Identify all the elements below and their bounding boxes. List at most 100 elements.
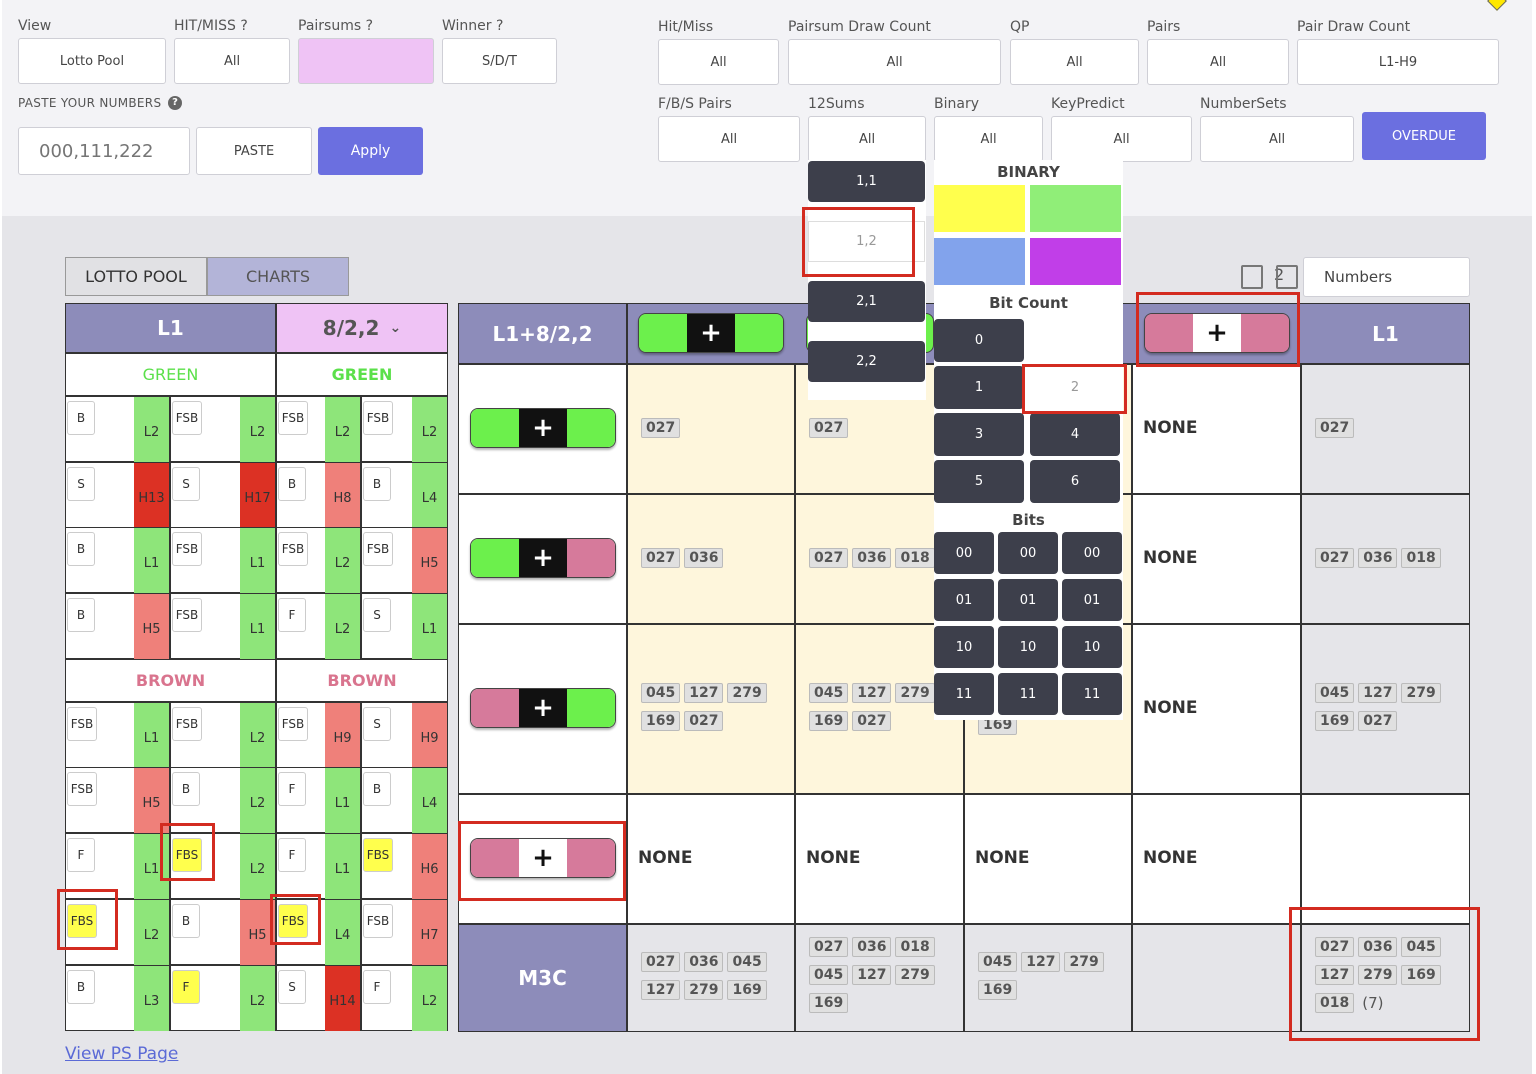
bitcount-option[interactable]: 0 — [934, 319, 1024, 362]
number-chip[interactable]: 169 — [809, 711, 849, 731]
qp-select[interactable]: All — [1010, 39, 1139, 85]
number-chip[interactable]: 045 — [978, 952, 1018, 972]
number-chip[interactable]: 169 — [809, 993, 849, 1013]
number-chip[interactable]: 036 — [852, 937, 892, 957]
number-chip[interactable]: 045 — [809, 683, 849, 703]
bitcount-option[interactable]: 1 — [934, 366, 1024, 409]
bitcount-option[interactable]: 3 — [934, 413, 1024, 456]
number-chip[interactable]: 027 — [641, 548, 681, 568]
number-chip[interactable]: 127 — [641, 980, 681, 1000]
numbersets-select[interactable]: All — [1200, 116, 1354, 162]
row-pill-green-brown[interactable]: + — [470, 538, 616, 578]
view-select[interactable]: Lotto Pool — [18, 38, 166, 84]
bits-option[interactable]: 01 — [934, 579, 994, 621]
bits-option[interactable]: 10 — [998, 626, 1058, 668]
pairs-select[interactable]: All — [1147, 39, 1289, 85]
binary-color-swatch[interactable] — [934, 238, 1025, 285]
numbers-select[interactable]: Numbers — [1303, 257, 1470, 297]
number-chip[interactable]: 279 — [1064, 952, 1104, 972]
number-chip[interactable]: 169 — [1315, 711, 1355, 731]
bits-option[interactable]: 10 — [1062, 626, 1122, 668]
number-chip[interactable]: 027 — [809, 418, 849, 438]
number-chip[interactable]: 045 — [641, 683, 681, 703]
bits-option[interactable]: 01 — [998, 579, 1058, 621]
bitcount-option[interactable]: 6 — [1030, 460, 1120, 503]
number-chip[interactable]: 279 — [895, 965, 935, 985]
bits-option[interactable]: 10 — [934, 626, 994, 668]
number-chip[interactable]: 279 — [727, 683, 767, 703]
copy-all-icon[interactable] — [1276, 265, 1298, 289]
overdue-button[interactable]: OVERDUE — [1362, 112, 1486, 160]
number-chip[interactable]: 027 — [1315, 418, 1355, 438]
bits-option[interactable]: 00 — [1062, 532, 1122, 574]
number-chip[interactable]: 127 — [1021, 952, 1061, 972]
binary-select[interactable]: All — [934, 116, 1043, 162]
number-chip[interactable]: 018 — [895, 937, 935, 957]
number-chip[interactable]: 279 — [684, 980, 724, 1000]
tab-lotto-pool[interactable]: LOTTO POOL — [65, 257, 207, 296]
number-chip[interactable]: 027 — [1358, 711, 1398, 731]
number-chip[interactable]: 018 — [1401, 548, 1441, 568]
bits-option[interactable]: 00 — [934, 532, 994, 574]
number-chip[interactable]: 027 — [641, 952, 681, 972]
bitcount-option[interactable]: 5 — [934, 460, 1024, 503]
paste-numbers-input[interactable] — [18, 127, 190, 175]
sums12-option-4[interactable]: 2,2 — [808, 341, 925, 382]
number-chip[interactable]: 018 — [895, 548, 935, 568]
fbs-select[interactable]: All — [658, 116, 800, 162]
number-chip[interactable]: 127 — [684, 683, 724, 703]
number-chip[interactable]: 169 — [727, 980, 767, 1000]
left-header-select[interactable]: 8/2,2 ⌄ — [276, 303, 448, 353]
number-chip[interactable]: 169 — [978, 980, 1018, 1000]
number-chip[interactable]: 036 — [684, 548, 724, 568]
number-chip[interactable]: 127 — [1358, 683, 1398, 703]
binary-color-swatch[interactable] — [1030, 238, 1121, 285]
tab-charts[interactable]: CHARTS — [207, 257, 349, 296]
number-chip[interactable]: 127 — [852, 683, 892, 703]
paste-button[interactable]: PASTE — [196, 127, 312, 175]
bits-option[interactable]: 11 — [1062, 673, 1122, 715]
hitmiss2-select[interactable]: All — [658, 39, 779, 85]
number-chip[interactable]: 027 — [684, 711, 724, 731]
keypredict-select[interactable]: All — [1051, 116, 1192, 162]
pair-count: L2 — [240, 703, 275, 768]
number-chip[interactable]: 127 — [852, 965, 892, 985]
number-chip[interactable]: 279 — [895, 683, 935, 703]
number-chip[interactable]: 027 — [809, 937, 849, 957]
apply-button[interactable]: Apply — [318, 127, 423, 175]
bits-option[interactable]: 11 — [934, 673, 994, 715]
copy-icon[interactable] — [1241, 265, 1263, 289]
sums12-select[interactable]: All — [808, 116, 926, 162]
number-chip[interactable]: 036 — [1358, 548, 1398, 568]
psdc-select[interactable]: All — [788, 39, 1001, 85]
pdc-select[interactable]: L1-H9 — [1297, 39, 1499, 85]
number-chip[interactable]: 036 — [852, 548, 892, 568]
number-chip[interactable]: 036 — [684, 952, 724, 972]
bits-option[interactable]: 00 — [998, 532, 1058, 574]
number-chip[interactable]: 045 — [809, 965, 849, 985]
header-pill-green-green[interactable]: + — [638, 313, 784, 353]
number-chip[interactable]: 279 — [1401, 683, 1441, 703]
hitmiss-select[interactable]: All — [174, 38, 290, 84]
number-chip[interactable]: 027 — [852, 711, 892, 731]
bits-option[interactable]: 11 — [998, 673, 1058, 715]
help-icon[interactable]: ? — [168, 96, 182, 110]
number-chip[interactable]: 027 — [641, 418, 681, 438]
number-chip[interactable]: 169 — [641, 711, 681, 731]
number-chip[interactable]: 045 — [1315, 683, 1355, 703]
number-chip[interactable]: 045 — [727, 952, 767, 972]
binary-color-swatch[interactable] — [934, 185, 1025, 232]
sums12-option-3[interactable]: 2,1 — [808, 281, 925, 322]
row-pill-brown-green[interactable]: + — [470, 688, 616, 728]
pairsums-select[interactable] — [298, 38, 434, 84]
view-ps-page-link[interactable]: View PS Page — [65, 1044, 178, 1064]
row-pill-green-green[interactable]: + — [470, 408, 616, 448]
binary-color-swatch[interactable] — [1030, 185, 1121, 232]
winner-select[interactable]: S/D/T — [442, 38, 557, 84]
bits-option[interactable]: 01 — [1062, 579, 1122, 621]
bitcount-option[interactable]: 4 — [1030, 413, 1120, 456]
none-label: NONE — [1143, 848, 1198, 868]
sums12-option-1[interactable]: 1,1 — [808, 161, 925, 202]
number-chip[interactable]: 027 — [1315, 548, 1355, 568]
number-chip[interactable]: 027 — [809, 548, 849, 568]
